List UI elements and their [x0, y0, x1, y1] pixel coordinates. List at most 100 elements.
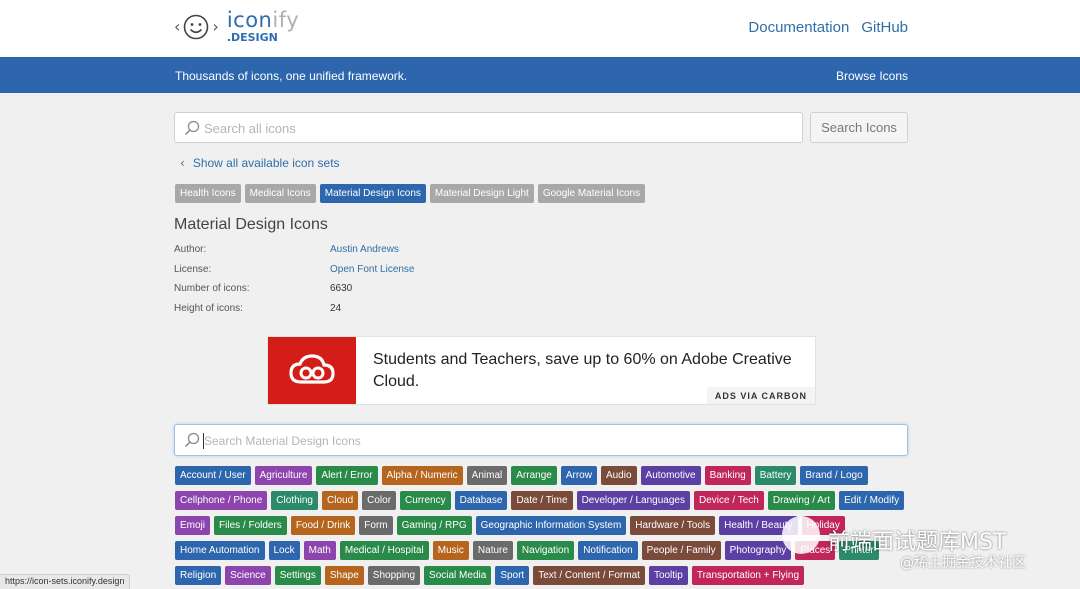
category-chip[interactable]: Cellphone / Phone	[175, 491, 268, 510]
meta-author-label: Author:	[174, 244, 207, 255]
nav-documentation-link[interactable]: Documentation	[748, 19, 849, 36]
meta-count-value: 6630	[330, 283, 353, 294]
icon-set-tab[interactable]: Material Design Icons	[319, 184, 426, 203]
category-chip[interactable]: Lock	[268, 541, 300, 560]
logo-chevron-left-icon: ‹	[174, 17, 181, 36]
chevron-left-icon: ‹	[180, 156, 185, 170]
category-chip[interactable]: Color	[362, 491, 397, 510]
category-chip[interactable]: Food / Drink	[290, 516, 356, 535]
category-chip[interactable]: Navigation	[516, 541, 575, 560]
logo-chevron-right-icon: ›	[212, 17, 219, 36]
show-all-icon-sets-link[interactable]: ‹ Show all available icon sets	[180, 156, 340, 170]
meta-height-row: Height of icons: 24	[174, 303, 415, 323]
category-chip[interactable]: Battery	[754, 466, 797, 485]
icon-set-tab[interactable]: Medical Icons	[244, 184, 316, 203]
tagline-text: Thousands of icons, one unified framewor…	[175, 69, 408, 83]
category-chip[interactable]: Shape	[324, 566, 364, 585]
global-search-placeholder: Search all icons	[204, 121, 296, 136]
category-chip[interactable]: Database	[454, 491, 508, 510]
meta-count-row: Number of icons: 6630	[174, 283, 415, 303]
category-chip[interactable]: Alpha / Numeric	[381, 466, 463, 485]
category-chip[interactable]: Gaming / RPG	[396, 516, 472, 535]
category-chip[interactable]: Settings	[274, 566, 321, 585]
meta-count-label: Number of icons:	[174, 283, 250, 294]
meta-license-link[interactable]: Open Font License	[330, 264, 415, 284]
browse-icons-link[interactable]: Browse Icons	[836, 69, 908, 83]
category-chip[interactable]: Science	[225, 566, 271, 585]
category-chip[interactable]: Automotive	[640, 466, 701, 485]
category-chip[interactable]: Music	[432, 541, 469, 560]
category-chip[interactable]: Tooltip	[648, 566, 688, 585]
category-chip[interactable]: Brand / Logo	[800, 466, 868, 485]
logo-name-part1: icon	[226, 8, 273, 32]
icon-set-search-input[interactable]: Search Material Design Icons	[174, 424, 908, 456]
category-chip[interactable]: Alert / Error	[316, 466, 378, 485]
icon-set-tab[interactable]: Health Icons	[175, 184, 241, 203]
creative-cloud-icon	[289, 354, 335, 384]
icon-set-tabs: Health Icons Medical Icons Material Design…	[175, 184, 646, 203]
search-icon	[184, 120, 200, 136]
tagline-banner: Thousands of icons, one unified framewor…	[0, 57, 1080, 93]
category-chip[interactable]: Banking	[704, 466, 751, 485]
category-chip[interactable]: Social Media	[424, 566, 492, 585]
logo-subtitle: .DESIGN	[226, 31, 278, 44]
icon-set-search-placeholder: Search Material Design Icons	[204, 434, 361, 448]
category-chip[interactable]: Medical / Hospital	[339, 541, 429, 560]
icon-set-tab[interactable]: Google Material Icons	[537, 184, 646, 203]
category-chip[interactable]: Agriculture	[254, 466, 313, 485]
category-chip[interactable]: Audio	[600, 466, 637, 485]
logo-wordmark: iconify .DESIGN	[226, 8, 300, 44]
category-chip[interactable]: Emoji	[175, 516, 211, 535]
search-icon	[184, 432, 200, 448]
category-chip[interactable]: Date / Time	[511, 491, 573, 510]
category-chip[interactable]: Notification	[578, 541, 638, 560]
category-chip[interactable]: Animal	[466, 466, 508, 485]
top-header: ‹ › iconify .DESIGN Documentation GitHub	[0, 0, 1080, 57]
category-chip[interactable]: Account / User	[175, 466, 251, 485]
category-chip[interactable]: Home Automation	[175, 541, 265, 560]
category-chip[interactable]: Math	[303, 541, 336, 560]
category-chip[interactable]: Cloud	[322, 491, 359, 510]
ads-via-carbon-label[interactable]: ADS VIA CARBON	[706, 387, 815, 404]
watermark-logo	[782, 516, 820, 554]
category-chip[interactable]: Text / Content / Format	[533, 566, 645, 585]
nav-github-link[interactable]: GitHub	[861, 19, 908, 36]
category-chip[interactable]: Edit / Modify	[839, 491, 905, 510]
meta-author-row: Author: Austin Andrews	[174, 244, 415, 264]
category-chip[interactable]: Files / Folders	[214, 516, 287, 535]
category-chip[interactable]: Clothing	[271, 491, 318, 510]
icon-set-tab[interactable]: Material Design Light	[429, 184, 534, 203]
meta-height-value: 24	[330, 302, 342, 314]
logo-name-part2: ify	[272, 8, 300, 32]
category-chip[interactable]: Hardware / Tools	[630, 516, 716, 535]
category-chip[interactable]: People / Family	[641, 541, 721, 560]
icon-set-title: Material Design Icons	[174, 216, 328, 233]
global-search-input[interactable]: Search all icons	[174, 112, 803, 143]
category-chip[interactable]: Shopping	[367, 566, 421, 585]
category-chip[interactable]: Religion	[175, 566, 222, 585]
smiley-face-icon	[184, 14, 209, 39]
adobe-creative-cloud-logo	[268, 337, 356, 404]
search-icons-button[interactable]: Search Icons	[810, 112, 908, 143]
category-chip[interactable]: Sport	[495, 566, 530, 585]
category-chip[interactable]: Device / Tech	[694, 491, 764, 510]
meta-author-link[interactable]: Austin Andrews	[330, 244, 399, 264]
category-chip[interactable]: Arrange	[511, 466, 557, 485]
meta-license-label: License:	[174, 263, 212, 275]
category-chip[interactable]: Arrow	[560, 466, 597, 485]
top-nav: Documentation GitHub	[748, 19, 908, 36]
meta-license-row: License: Open Font License	[174, 264, 415, 284]
show-all-label: Show all available icon sets	[192, 156, 340, 170]
meta-height-label: Height of icons:	[174, 302, 243, 314]
category-chip[interactable]: Form	[359, 516, 393, 535]
category-chip[interactable]: Nature	[472, 541, 513, 560]
category-chip[interactable]: Developer / Languages	[576, 491, 690, 510]
category-chip[interactable]: Geographic Information System	[475, 516, 627, 535]
category-chip[interactable]: Currency	[400, 491, 451, 510]
watermark-subtitle: @稀土掘金技术社区	[900, 555, 1026, 571]
global-search-row: Search all icons Search Icons	[174, 112, 908, 143]
carbon-ad[interactable]: Students and Teachers, save up to 60% on…	[267, 336, 816, 405]
iconify-logo[interactable]: ‹ › iconify .DESIGN	[174, 8, 300, 44]
category-chip[interactable]: Drawing / Art	[767, 491, 836, 510]
status-bar-url: https://icon-sets.iconify.design	[0, 574, 131, 589]
